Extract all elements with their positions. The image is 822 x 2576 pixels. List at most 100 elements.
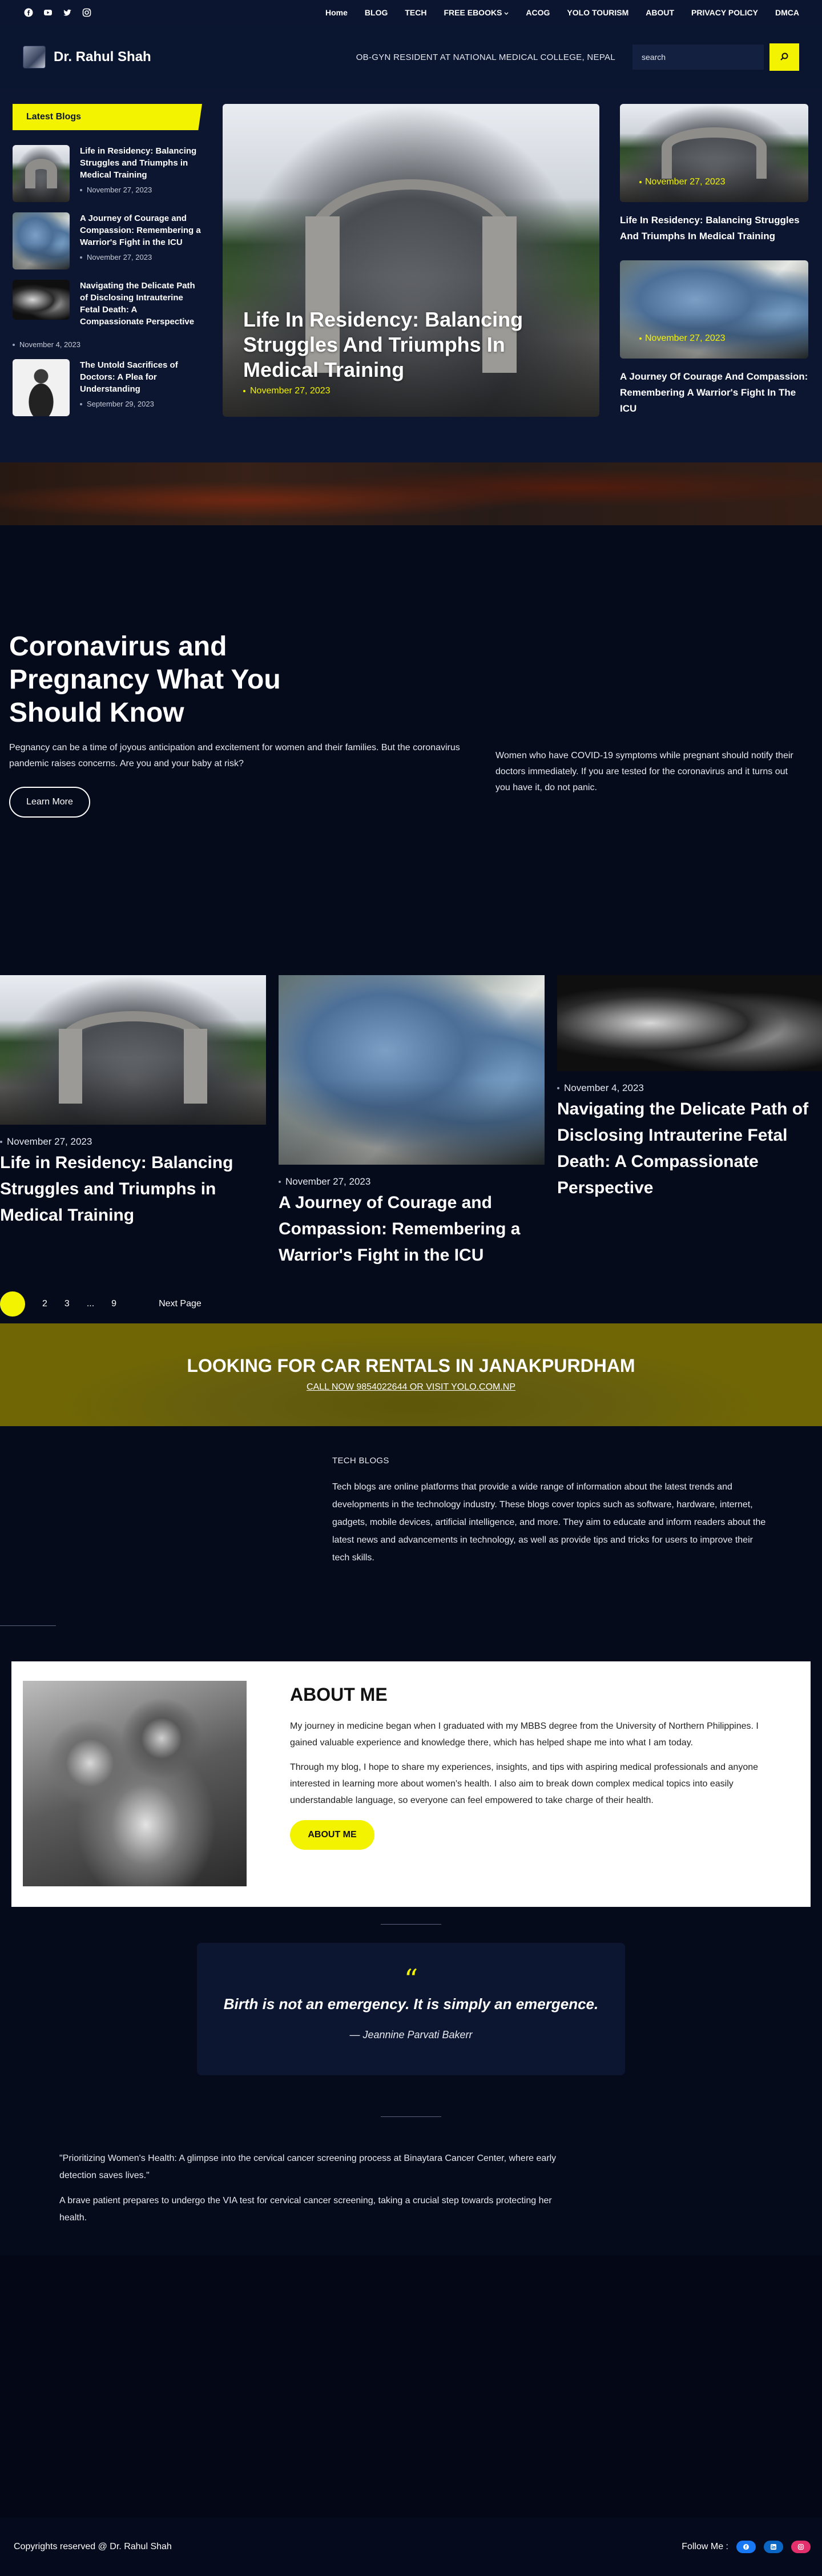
follow-me: Follow Me : [682,2541,811,2553]
latest-item-date-text: November 4, 2023 [19,340,80,349]
latest-item[interactable]: Life in Residency: Balancing Struggles a… [13,145,202,202]
instagram-icon[interactable] [81,7,92,18]
cervical-screening-text: "Prioritizing Women's Health: A glimpse … [0,2117,822,2255]
quote-box: “ Birth is not an emergency. It is simpl… [197,1943,625,2075]
twitter-icon[interactable] [62,7,73,18]
side-featured-date-text: November 27, 2023 [645,333,726,343]
latest-item[interactable]: A Journey of Courage and Compassion: Rem… [13,212,202,269]
post-date-text: November 27, 2023 [285,1176,371,1187]
page-current[interactable] [0,1291,25,1317]
bullet-icon [80,256,82,259]
side-featured-card[interactable]: November 27, 2023 Life In Residency: Bal… [620,104,808,244]
rentals-cta-link[interactable]: CALL NOW 9854022644 OR VISIT YOLO.COM.NP [307,1382,515,1392]
latest-item[interactable]: The Untold Sacrifices of Doctors: A Plea… [13,359,202,416]
side-featured-thumbnail[interactable]: November 27, 2023 [620,260,808,359]
blog-posts-grid: November 27, 2023 Life in Residency: Bal… [0,975,822,1269]
next-page-link[interactable]: Next Page [159,1299,202,1309]
latest-item[interactable]: Navigating the Delicate Path of Disclosi… [13,280,202,349]
linkedin-icon[interactable] [764,2541,783,2553]
hero-title: Coronavirus and Pregnancy What You Shoul… [9,631,281,728]
latest-item-date-text: November 27, 2023 [87,186,152,194]
nav-free-ebooks[interactable]: FREE EBOOKS [444,8,509,17]
nav-home[interactable]: Home [325,8,348,17]
nav-yolo-tourism[interactable]: YOLO TOURISM [567,8,628,17]
tech-text: Tech blogs are online platforms that pro… [332,1482,766,1563]
search-input[interactable] [632,45,764,70]
cervical-paragraph-1: "Prioritizing Women's Health: A glimpse … [59,2154,557,2180]
about-paragraph-1: My journey in medicine began when I grad… [290,1721,759,1748]
about-title: ABOUT ME [290,1684,388,1705]
latest-item-title[interactable]: A Journey of Courage and Compassion: Rem… [80,212,202,248]
nav-dmca[interactable]: DMCA [775,8,799,17]
youtube-icon[interactable] [42,7,54,18]
post-date: November 4, 2023 [557,1082,822,1094]
latest-item-thumbnail[interactable] [13,280,70,320]
post-card[interactable]: November 27, 2023 Life in Residency: Bal… [0,975,266,1269]
latest-item-title[interactable]: The Untold Sacrifices of Doctors: A Plea… [80,359,202,395]
copyright-text: Copyrights reserved @ Dr. Rahul Shah [14,2542,172,2551]
search-icon [780,52,789,63]
post-date-text: November 27, 2023 [7,1136,92,1147]
site-name: Dr. Rahul Shah [54,49,151,65]
latest-item-thumbnail[interactable] [13,212,70,269]
learn-more-button[interactable]: Learn More [9,787,90,818]
post-title[interactable]: Navigating the Delicate Path of Disclosi… [557,1096,822,1201]
post-card[interactable]: November 27, 2023 A Journey of Courage a… [279,975,545,1269]
nav-acog[interactable]: ACOG [526,8,550,17]
hero-right-text: Women who have COVID-19 symptoms while p… [495,751,793,792]
facebook-icon[interactable] [736,2541,756,2553]
decorative-banner [0,462,822,525]
post-thumbnail[interactable] [279,975,545,1165]
post-title[interactable]: Life in Residency: Balancing Struggles a… [0,1150,266,1229]
latest-item-thumbnail[interactable] [13,145,70,202]
about-photo [23,1681,247,1886]
post-title[interactable]: A Journey of Courage and Compassion: Rem… [279,1190,545,1269]
latest-item-title[interactable]: Life in Residency: Balancing Struggles a… [80,145,202,181]
header-right: OB-GYN RESIDENT AT NATIONAL MEDICAL COLL… [356,43,799,71]
about-me-section: ABOUT ME My journey in medicine began wh… [11,1661,811,1907]
nav-about[interactable]: ABOUT [646,8,674,17]
facebook-icon[interactable] [23,7,34,18]
latest-item-thumbnail[interactable] [13,359,70,416]
latest-item-date: November 27, 2023 [80,253,202,261]
post-card[interactable]: November 4, 2023 Navigating the Delicate… [557,975,822,1269]
main-featured-date-text: November 27, 2023 [250,386,331,396]
page-link[interactable]: 2 [42,1299,47,1309]
tech-blogs-section: TECH BLOGS Tech blogs are online platfor… [0,1426,822,1626]
about-me-button[interactable]: ABOUT ME [290,1820,374,1850]
post-date-text: November 4, 2023 [564,1082,644,1093]
page-link[interactable]: 9 [111,1299,116,1309]
post-date: November 27, 2023 [279,1176,545,1188]
brand[interactable]: Dr. Rahul Shah [23,46,151,69]
latest-blogs-list: Life in Residency: Balancing Struggles a… [13,145,202,416]
bullet-icon [279,1181,281,1183]
main-featured-title[interactable]: Life In Residency: Balancing Struggles A… [243,307,579,383]
covid-pregnancy-hero: Coronavirus and Pregnancy What You Shoul… [0,525,822,975]
side-featured-title[interactable]: A Journey Of Courage And Compassion: Rem… [620,369,808,417]
quote-text: Birth is not an emergency. It is simply … [223,1995,599,2012]
nav-tech[interactable]: TECH [405,8,426,17]
side-featured-title[interactable]: Life In Residency: Balancing Struggles A… [620,212,808,244]
main-featured-overlay: Life In Residency: Balancing Struggles A… [243,307,579,396]
bullet-icon [0,1141,2,1143]
post-thumbnail[interactable] [557,975,822,1071]
post-thumbnail[interactable] [0,975,266,1125]
nav-privacy-policy[interactable]: PRIVACY POLICY [691,8,758,17]
search-button[interactable] [769,43,799,71]
search-bar [632,43,799,71]
nav-blog[interactable]: BLOG [365,8,388,17]
side-featured-date-text: November 27, 2023 [645,177,726,187]
rentals-title: LOOKING FOR CAR RENTALS IN JANAKPURDHAM [187,1355,635,1376]
divider [0,1625,56,1626]
empty-area [0,2255,822,2518]
page-link[interactable]: 3 [65,1299,70,1309]
main-featured-post[interactable]: Life In Residency: Balancing Struggles A… [223,104,599,417]
side-featured-thumbnail[interactable]: November 27, 2023 [620,104,808,202]
side-featured-card[interactable]: November 27, 2023 A Journey Of Courage A… [620,260,808,417]
latest-item-date: November 4, 2023 [13,340,202,349]
about-wrapper: ABOUT ME My journey in medicine began wh… [0,1626,822,1907]
latest-item-title[interactable]: Navigating the Delicate Path of Disclosi… [80,280,202,328]
cervical-paragraph-2: A brave patient prepares to undergo the … [59,2196,552,2223]
about-paragraph-2: Through my blog, I hope to share my expe… [290,1762,759,1805]
instagram-icon[interactable] [791,2541,811,2553]
